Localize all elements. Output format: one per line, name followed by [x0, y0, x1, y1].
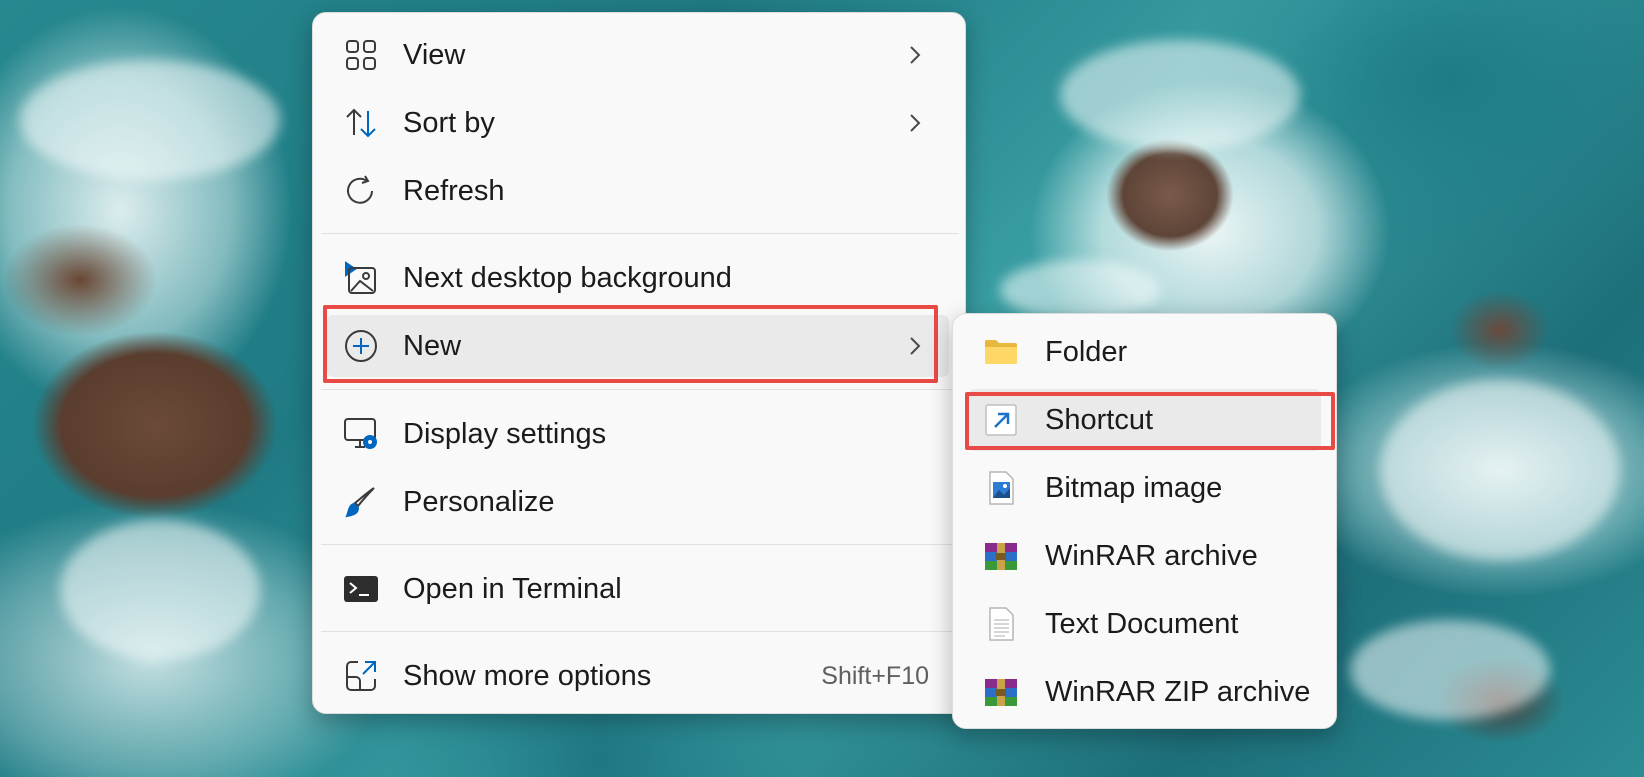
- text-document-icon: [983, 606, 1019, 642]
- submenu-item-winrar-archive-label: WinRAR archive: [1045, 540, 1258, 572]
- next-background-icon: [343, 260, 379, 296]
- menu-item-personalize[interactable]: Personalize: [327, 471, 949, 533]
- chevron-right-icon: [901, 109, 929, 137]
- menu-item-new-label: New: [403, 330, 462, 362]
- new-submenu: Folder Shortcut Bitmap image WinRAR arch…: [952, 313, 1337, 729]
- winrar-zip-icon: [983, 674, 1019, 710]
- submenu-item-text-document[interactable]: Text Document: [969, 593, 1321, 655]
- menu-item-next-desktop-background[interactable]: Next desktop background: [327, 247, 949, 309]
- bitmap-image-icon: [983, 470, 1019, 506]
- menu-item-display-settings-label: Display settings: [403, 418, 607, 450]
- view-grid-icon: [343, 37, 379, 73]
- paintbrush-icon: [343, 484, 379, 520]
- menu-item-sort-by[interactable]: Sort by: [327, 92, 949, 154]
- submenu-item-winrar-archive[interactable]: WinRAR archive: [969, 525, 1321, 587]
- display-settings-icon: [343, 416, 379, 452]
- menu-item-show-more-options-label: Show more options: [403, 660, 652, 692]
- submenu-item-winrar-zip-archive-label: WinRAR ZIP archive: [1045, 676, 1311, 708]
- menu-item-refresh[interactable]: Refresh: [327, 160, 949, 222]
- submenu-item-folder-label: Folder: [1045, 336, 1128, 368]
- menu-separator: [321, 631, 959, 632]
- menu-item-sort-by-label: Sort by: [403, 107, 495, 139]
- desktop-context-menu: View Sort by Refresh Next desktop backgr…: [312, 12, 966, 714]
- menu-separator: [321, 389, 959, 390]
- menu-item-next-background-label: Next desktop background: [403, 262, 732, 294]
- menu-item-open-in-terminal-label: Open in Terminal: [403, 573, 622, 605]
- keyboard-shortcut: Shift+F10: [821, 662, 929, 690]
- menu-separator: [321, 544, 959, 545]
- submenu-item-winrar-zip-archive[interactable]: WinRAR ZIP archive: [969, 661, 1321, 723]
- chevron-right-icon: [901, 332, 929, 360]
- sort-icon: [343, 105, 379, 141]
- menu-separator: [321, 233, 959, 234]
- winrar-icon: [983, 538, 1019, 574]
- submenu-item-shortcut[interactable]: Shortcut: [969, 389, 1321, 451]
- folder-icon: [983, 334, 1019, 370]
- submenu-item-folder[interactable]: Folder: [969, 321, 1321, 383]
- menu-item-refresh-label: Refresh: [403, 175, 505, 207]
- menu-item-open-in-terminal[interactable]: Open in Terminal: [327, 558, 949, 620]
- menu-item-new[interactable]: New: [327, 315, 949, 377]
- submenu-item-shortcut-label: Shortcut: [1045, 404, 1153, 436]
- menu-item-view[interactable]: View: [327, 24, 949, 86]
- refresh-icon: [343, 173, 379, 209]
- menu-item-display-settings[interactable]: Display settings: [327, 403, 949, 465]
- menu-item-show-more-options[interactable]: Show more options Shift+F10: [327, 645, 949, 707]
- menu-item-personalize-label: Personalize: [403, 486, 555, 518]
- terminal-icon: [343, 571, 379, 607]
- menu-item-view-label: View: [403, 39, 466, 71]
- submenu-item-text-document-label: Text Document: [1045, 608, 1239, 640]
- submenu-item-bitmap-image[interactable]: Bitmap image: [969, 457, 1321, 519]
- more-options-icon: [343, 658, 379, 694]
- shortcut-icon: [983, 402, 1019, 438]
- submenu-item-bitmap-image-label: Bitmap image: [1045, 472, 1223, 504]
- chevron-right-icon: [901, 41, 929, 69]
- new-plus-icon: [343, 328, 379, 364]
